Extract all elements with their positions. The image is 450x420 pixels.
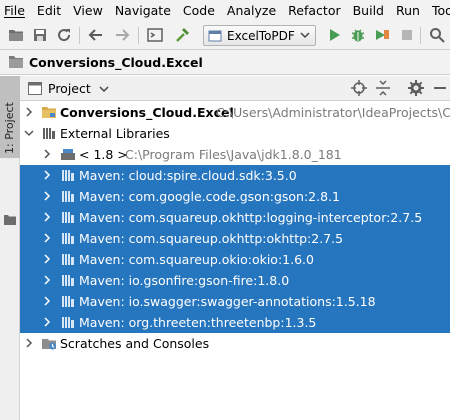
debug-bug-icon[interactable] [349, 26, 367, 44]
library-label: Maven: com.squareup.okhttp:logging-inter… [79, 210, 423, 225]
project-view-icon [28, 82, 42, 95]
stop-icon[interactable] [398, 26, 416, 44]
library-label: Maven: cloud:spire.cloud.sdk:3.5.0 [79, 168, 297, 183]
folder-open-icon[interactable] [7, 26, 25, 44]
left-tool-stripe: 1: Project [0, 76, 20, 420]
folder-icon [4, 214, 16, 228]
run-configuration-dropdown[interactable]: ExcelToPDF [203, 25, 316, 46]
library-label: Maven: com.squareup.okhttp:okhttp:2.7.5 [79, 231, 344, 246]
maven-library-icon [60, 293, 76, 309]
gear-icon[interactable] [408, 80, 424, 96]
maven-library-icon [60, 272, 76, 288]
project-tree: Conversions_Cloud.Excel C:\Users\Adminis… [20, 101, 450, 420]
menu-run[interactable]: Run [390, 0, 426, 22]
project-panel-header: Project [20, 76, 450, 101]
tree-item-project-root[interactable]: Conversions_Cloud.Excel C:\Users\Adminis… [20, 102, 450, 123]
menu-tools[interactable]: Tools [426, 0, 450, 22]
menu-navigate[interactable]: Navigate [109, 0, 177, 22]
breadcrumb-project[interactable]: Conversions_Cloud.Excel [29, 55, 203, 70]
maven-library-icon [60, 230, 76, 246]
menu-file[interactable]: File [0, 0, 31, 22]
maven-library-icon [60, 314, 76, 330]
chevron-right-icon[interactable] [42, 296, 52, 306]
library-label: Maven: io.gsonfire:gson-fire:1.8.0 [79, 273, 290, 288]
chevron-right-icon[interactable] [42, 317, 52, 327]
collapse-all-icon[interactable] [375, 80, 391, 96]
folder-icon [9, 56, 23, 68]
run-config-label: ExcelToPDF [227, 28, 295, 43]
tree-item-library[interactable]: Maven: com.squareup.okhttp:logging-inter… [20, 207, 450, 228]
maven-library-icon [60, 251, 76, 267]
breadcrumb: Conversions_Cloud.Excel [0, 50, 450, 75]
library-label: Maven: io.swagger:swagger-annotations:1.… [79, 294, 376, 309]
tree-item-external-libraries[interactable]: External Libraries [20, 123, 450, 144]
project-view-label: Project [48, 81, 91, 96]
maven-library-icon [60, 167, 76, 183]
menu-edit[interactable]: Edit [31, 0, 67, 22]
chevron-right-icon[interactable] [42, 191, 52, 201]
target-icon[interactable] [351, 80, 367, 96]
maven-library-icon [60, 188, 76, 204]
maven-library-icon [60, 209, 76, 225]
chevron-right-icon[interactable] [42, 254, 52, 264]
chevron-right-icon[interactable] [42, 275, 52, 285]
application-icon [208, 30, 222, 41]
forward-arrow-icon[interactable] [113, 26, 131, 44]
sync-icon[interactable] [55, 26, 73, 44]
main-toolbar: ExcelToPDF [0, 22, 450, 50]
menu-build[interactable]: Build [347, 0, 390, 22]
project-root-path: C:\Users\Administrator\IdeaProjects\Con [216, 105, 450, 120]
scratches-label: Scratches and Consoles [60, 336, 210, 351]
project-root-label: Conversions_Cloud.Excel [60, 105, 234, 120]
folder-icon [41, 104, 57, 120]
chevron-down-icon[interactable] [24, 128, 34, 138]
tree-item-library[interactable]: Maven: cloud:spire.cloud.sdk:3.5.0 [20, 165, 450, 186]
jdk-folder-icon [60, 146, 76, 162]
library-label: Maven: org.threeten:threetenbp:1.3.5 [79, 315, 317, 330]
save-all-icon[interactable] [31, 26, 49, 44]
project-tab-label: 1: Project [3, 102, 16, 154]
menu-bar: File Edit View Navigate Code Analyze Ref… [0, 0, 450, 22]
jdk-label: < 1.8 > [79, 147, 128, 162]
chevron-right-icon[interactable] [42, 149, 52, 159]
chevron-right-icon[interactable] [24, 107, 34, 117]
scratches-icon [41, 335, 57, 351]
menu-refactor[interactable]: Refactor [282, 0, 346, 22]
back-arrow-icon[interactable] [87, 26, 105, 44]
chevron-right-icon[interactable] [42, 233, 52, 243]
library-label: Maven: com.squareup.okio:okio:1.6.0 [79, 252, 314, 267]
hide-icon[interactable] [432, 80, 448, 96]
library-label: Maven: com.google.code.gson:gson:2.8.1 [79, 189, 340, 204]
tree-item-library[interactable]: Maven: io.swagger:swagger-annotations:1.… [20, 291, 450, 312]
tree-item-library[interactable]: Maven: com.squareup.okio:okio:1.6.0 [20, 249, 450, 270]
build-hammer-icon[interactable] [173, 26, 191, 44]
tree-item-jdk[interactable]: < 1.8 > C:\Program Files\Java\jdk1.8.0_1… [20, 144, 450, 165]
structure-icon[interactable] [146, 26, 164, 44]
coverage-icon[interactable] [373, 26, 391, 44]
chevron-right-icon[interactable] [42, 170, 52, 180]
tree-item-library[interactable]: Maven: com.squareup.okhttp:okhttp:2.7.5 [20, 228, 450, 249]
menu-view[interactable]: View [67, 0, 109, 22]
chevron-down-icon [300, 32, 310, 39]
chevron-right-icon[interactable] [42, 212, 52, 222]
menu-code[interactable]: Code [177, 0, 221, 22]
libraries-icon [41, 125, 57, 141]
chevron-down-icon [99, 85, 109, 92]
tree-item-library[interactable]: Maven: io.gsonfire:gson-fire:1.8.0 [20, 270, 450, 291]
search-icon[interactable] [428, 26, 446, 44]
project-view-selector[interactable]: Project [28, 79, 109, 98]
tree-item-scratches[interactable]: Scratches and Consoles [20, 333, 450, 354]
tree-item-library[interactable]: Maven: com.google.code.gson:gson:2.8.1 [20, 186, 450, 207]
tree-item-library[interactable]: Maven: org.threeten:threetenbp:1.3.5 [20, 312, 450, 333]
menu-analyze[interactable]: Analyze [221, 0, 282, 22]
jdk-path: C:\Program Files\Java\jdk1.8.0_181 [125, 147, 342, 162]
external-libraries-label: External Libraries [60, 126, 170, 141]
run-icon[interactable] [325, 26, 343, 44]
chevron-right-icon[interactable] [24, 338, 34, 348]
